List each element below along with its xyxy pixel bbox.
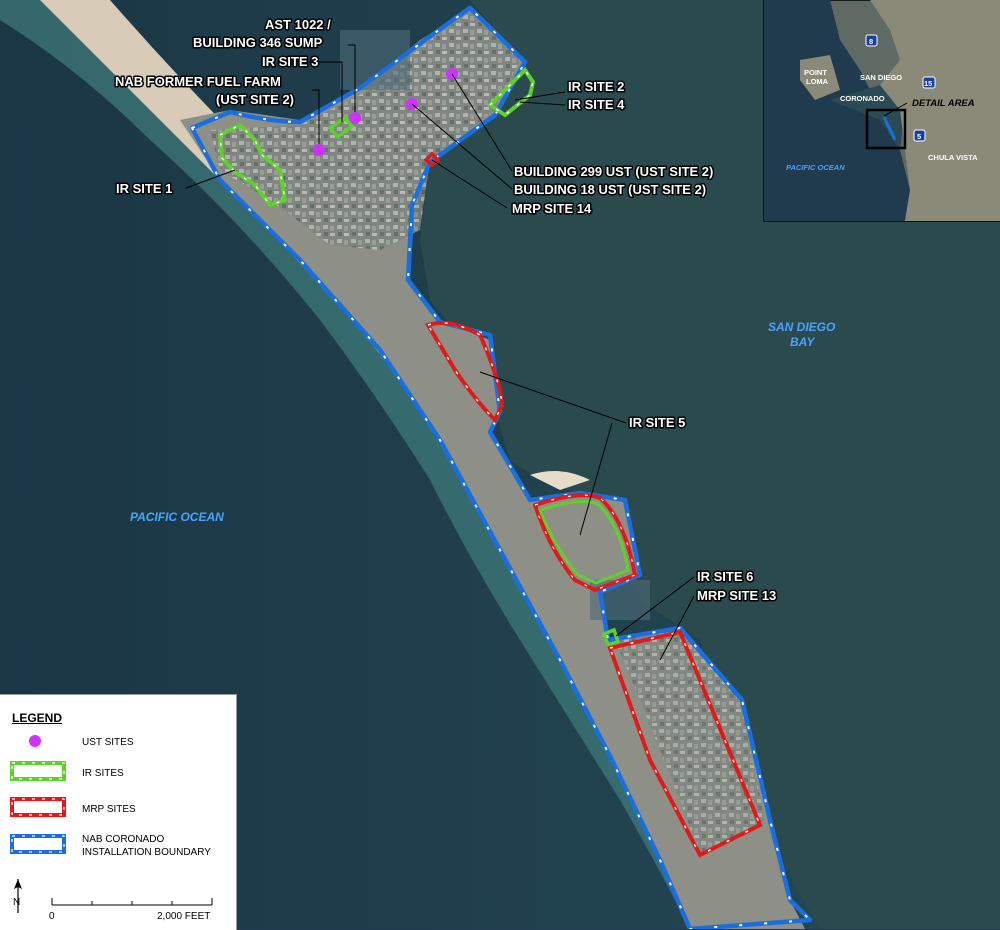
label-san-diego-bay-line1: SAN DIEGO [768,320,836,334]
scale-label-start: 0 [49,911,55,922]
legend-label-ir: IR SITES [82,768,124,779]
label-pacific-ocean: PACIFIC OCEAN [130,510,224,524]
legend-panel: LEGEND UST SITES IR SITES MRP SITES NAB … [0,694,237,930]
label-ast-1022: AST 1022 / [265,17,331,32]
label-ir-site-6: IR SITE 6 [697,569,753,584]
scale-label-end: 2,000 FEET [157,911,211,922]
label-ir-site-3: IR SITE 3 [262,54,318,69]
label-ir-site-4: IR SITE 4 [568,97,625,112]
label-ir-site-5: IR SITE 5 [629,415,685,430]
legend-title: LEGEND [12,711,63,725]
scale-bar [51,898,213,906]
label-ir-site-2: IR SITE 2 [568,79,624,94]
legend-mrp-symbol [10,797,66,817]
svg-text:15: 15 [924,79,932,88]
legend-label-boundary: NAB CORONADO INSTALLATION BOUNDARY [82,833,211,859]
label-mrp-site-13: MRP SITE 13 [697,588,776,603]
legend-label-mrp: MRP SITES [82,804,136,815]
svg-text:5: 5 [917,132,921,141]
inset-label-detail-area: DETAIL AREA [912,98,975,109]
label-building-346-sump: BUILDING 346 SUMP [193,35,323,50]
highway-15-shield: 15 [922,76,936,89]
svg-text:8: 8 [869,37,873,46]
legend-boundary-symbol [10,834,66,854]
north-arrow-icon: N [13,879,22,913]
legend-label-boundary-line2: INSTALLATION BOUNDARY [82,847,211,858]
inset-label-san-diego: SAN DIEGO [860,73,902,82]
inset-map: 8 15 5 POINT LOMA SAN DIEGO CORONADO CHU… [763,0,1000,222]
legend-ir-symbol [10,761,66,781]
inset-label-point: POINT [804,68,827,77]
label-san-diego-bay-line2: BAY [790,335,815,349]
inset-label-loma: LOMA [806,77,829,86]
ust-point-ast-1022 [349,112,361,124]
legend-ust-symbol [29,735,41,747]
marina-south [590,580,650,620]
label-mrp-site-14: MRP SITE 14 [512,201,592,216]
label-building-299-ust: BUILDING 299 UST (UST SITE 2) [514,164,713,179]
label-building-18-ust: BUILDING 18 UST (UST SITE 2) [514,182,706,197]
legend-label-ust: UST SITES [82,737,134,748]
inset-label-coronado: CORONADO [840,94,885,103]
inset-label-pacific-ocean: PACIFIC OCEAN [786,163,845,172]
highway-5-shield: 5 [913,129,926,142]
label-ust-site-2: (UST SITE 2) [216,92,294,107]
legend-label-boundary-line1: NAB CORONADO [82,834,165,845]
ust-point-fuel-farm [313,144,325,156]
svg-text:N: N [13,897,20,908]
highway-8-shield: 8 [865,34,878,47]
label-ir-site-1: IR SITE 1 [116,181,172,196]
label-nab-former-fuel-farm: NAB FORMER FUEL FARM [115,74,281,89]
inset-label-chula-vista: CHULA VISTA [928,153,978,162]
